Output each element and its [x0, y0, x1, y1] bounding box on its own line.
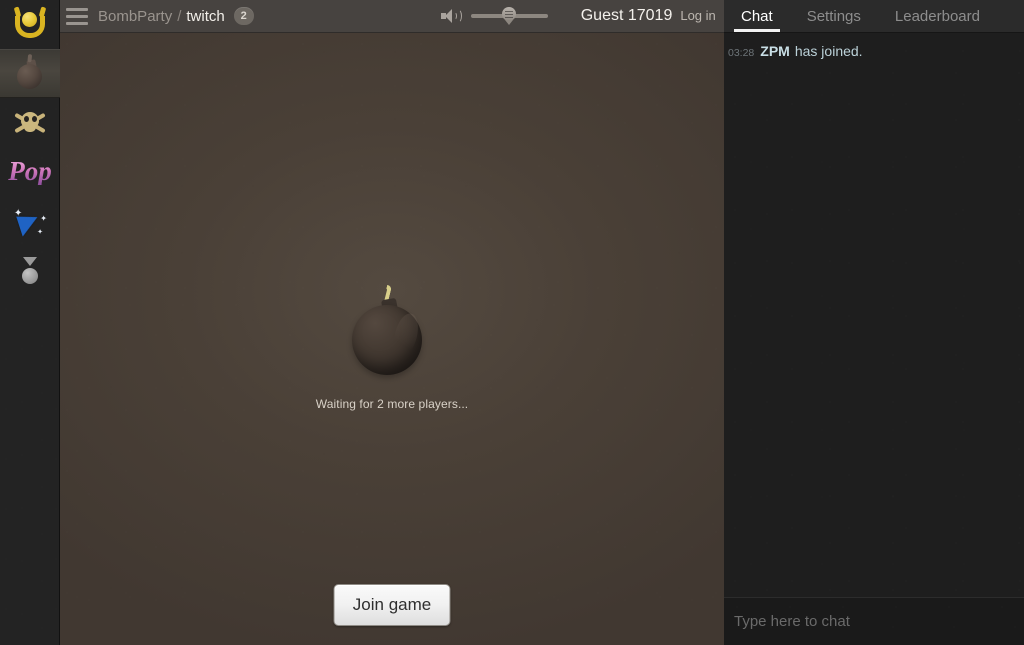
hamburger-icon[interactable] — [66, 7, 88, 25]
volume-slider-handle[interactable] — [501, 7, 516, 25]
chat-message: 03:28 ZPM has joined. — [724, 42, 1024, 60]
breadcrumb-app-name[interactable]: BombParty — [98, 8, 172, 25]
chat-panel: Chat Settings Leaderboard 03:28 ZPM has … — [724, 0, 1024, 645]
waiting-status-text: Waiting for 2 more players... — [315, 397, 469, 411]
join-game-button[interactable]: Join game — [333, 584, 451, 626]
chat-message-username: ZPM — [760, 43, 790, 59]
chat-tab-bar: Chat Settings Leaderboard — [724, 0, 1024, 33]
game-sidebar: Pop ✦ ✦ ✦ — [0, 0, 60, 645]
chat-message-text: has joined. — [794, 43, 863, 59]
bomb-container: Waiting for 2 more players... — [60, 284, 724, 411]
sidebar-item-bombparty[interactable] — [0, 49, 60, 98]
sidebar-item-skull[interactable] — [0, 98, 60, 147]
volume-control — [440, 7, 548, 25]
bombparty-game-icon — [14, 58, 46, 90]
tab-leaderboard[interactable]: Leaderboard — [878, 0, 997, 32]
guest-username: Guest 17019 — [580, 7, 673, 24]
sidebar-item-pop[interactable]: Pop — [0, 147, 60, 196]
speaker-icon[interactable] — [440, 8, 462, 24]
tab-chat[interactable]: Chat — [724, 0, 790, 32]
breadcrumb-room-name[interactable]: twitch — [186, 8, 224, 25]
skull-game-icon — [11, 108, 49, 138]
volume-slider[interactable] — [470, 7, 548, 25]
chat-message-time: 03:28 — [728, 47, 755, 59]
bomb-icon — [352, 284, 432, 375]
chat-input-row — [724, 597, 1024, 645]
arrow-game-icon: ✦ ✦ ✦ — [14, 207, 47, 237]
room-player-count-badge: 2 — [233, 7, 254, 25]
tab-settings[interactable]: Settings — [790, 0, 878, 32]
breadcrumb: BombParty / twitch 2 — [98, 7, 254, 25]
breadcrumb-separator: / — [177, 7, 182, 25]
chat-input[interactable] — [724, 598, 1024, 645]
bombparty-app: Pop ✦ ✦ ✦ BombParty / twitch 2 Guest 170… — [0, 0, 1024, 645]
user-area: Guest 17019 Log in — [581, 7, 716, 25]
sidebar-item-medal[interactable] — [0, 245, 60, 294]
sidebar-item-catch[interactable] — [0, 0, 60, 49]
chat-message-log[interactable]: 03:28 ZPM has joined. — [724, 34, 1024, 597]
sidebar-item-arrow[interactable]: ✦ ✦ ✦ — [0, 196, 60, 245]
catch-game-icon — [13, 10, 47, 40]
login-link[interactable]: Log in — [680, 8, 715, 23]
game-area: Waiting for 2 more players... Join game — [60, 33, 724, 645]
pop-game-icon: Pop — [8, 156, 52, 186]
medal-icon — [17, 255, 43, 285]
